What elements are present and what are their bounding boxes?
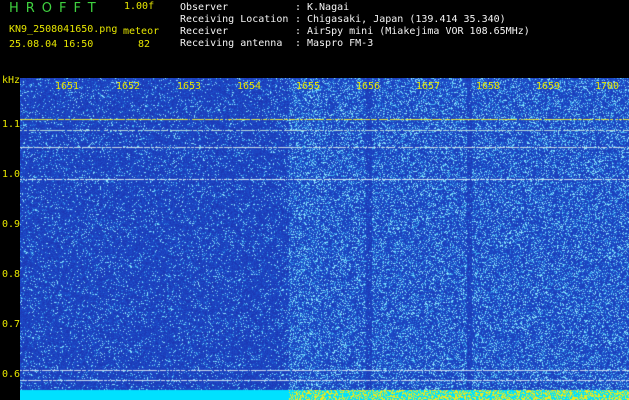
info-separator: : (295, 14, 302, 25)
x-tick-label: 1656 (356, 81, 381, 92)
mode-label: meteor (123, 26, 160, 37)
info-value-observer: K.Nagai (307, 2, 350, 13)
info-separator: : (295, 2, 302, 13)
app-title: HROFFT (9, 1, 103, 16)
filename-label: KN9_2508041650.png (9, 24, 118, 35)
x-tick-label: 1658 (476, 81, 501, 92)
info-key-location: Receiving Location (180, 14, 289, 25)
info-separator: : (295, 38, 302, 49)
y-tick-label: 0.6 (2, 369, 21, 380)
y-axis-unit: kHz (2, 75, 21, 86)
info-key-antenna: Receiving antenna (180, 38, 283, 49)
x-tick-label: 1655 (296, 81, 321, 92)
spectrogram (20, 78, 629, 400)
count-label: 82 (138, 39, 151, 50)
x-tick-label: 1654 (237, 81, 262, 92)
info-value-antenna: Maspro FM-3 (307, 38, 374, 49)
y-tick-label: 0.7 (2, 319, 21, 330)
info-value-receiver: AirSpy mini (Miakejima VOR 108.65MHz) (307, 26, 530, 37)
header-panel: HROFFT 1.00f KN9_2508041650.png meteor 2… (0, 0, 629, 74)
y-tick-label: 1.0 (2, 169, 21, 180)
x-tick-label: 1653 (177, 81, 202, 92)
info-key-observer: Observer (180, 2, 229, 13)
info-separator: : (295, 26, 302, 37)
y-tick-label: 0.9 (2, 219, 21, 230)
y-tick-label: 0.8 (2, 269, 21, 280)
x-tick-label: 1659 (536, 81, 561, 92)
x-tick-label: 1700 (595, 81, 620, 92)
info-key-receiver: Receiver (180, 26, 229, 37)
x-tick-label: 1652 (116, 81, 141, 92)
version-label: 1.00f (124, 1, 155, 12)
x-tick-label: 1657 (416, 81, 441, 92)
y-tick-label: 1.1 (2, 119, 21, 130)
x-tick-label: 1651 (55, 81, 80, 92)
datetime-label: 25.08.04 16:50 (9, 39, 94, 50)
info-value-location: Chigasaki, Japan (139.414 35.340) (307, 14, 506, 25)
